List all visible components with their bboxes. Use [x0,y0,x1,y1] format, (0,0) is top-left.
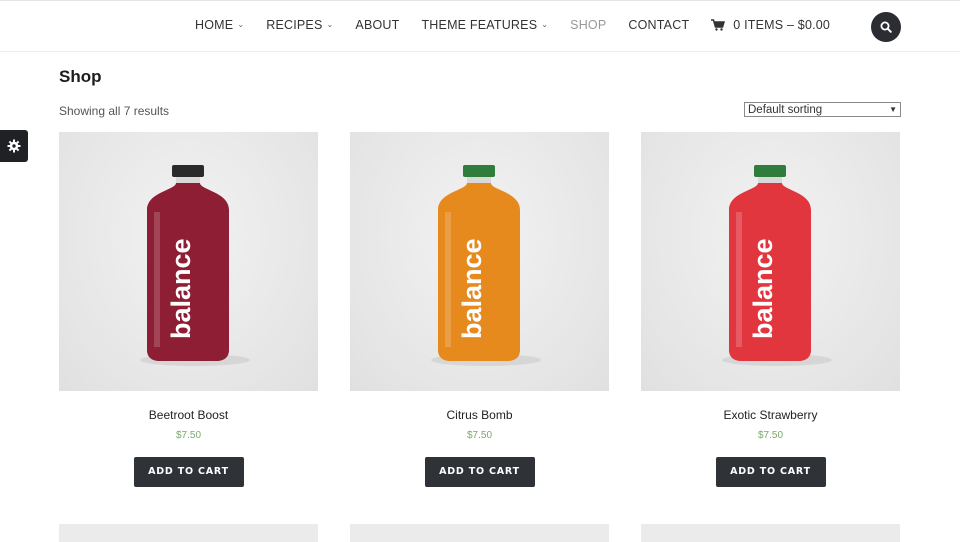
bottle-illustration: balance [722,165,832,366]
nav-item-label: SHOP [570,18,607,32]
chevron-down-icon: ⌄ [541,19,549,29]
nav-item-contact[interactable]: CONTACT [628,18,689,32]
bottle-cap [172,165,204,177]
bottle-illustration: balance [140,165,250,366]
sort-selected-value: Default sorting [748,103,823,116]
product-name[interactable]: Citrus Bomb [350,408,609,422]
product-image-partial[interactable] [350,524,609,542]
nav-item-label: RECIPES [266,18,323,32]
nav-item-home[interactable]: HOME ⌄ [195,18,244,32]
product-image[interactable]: balance [641,132,900,391]
product-price: $7.50 [175,430,202,441]
product-name[interactable]: Exotic Strawberry [641,408,900,422]
add-to-cart-button[interactable]: ADD TO CART [715,457,826,487]
search-icon [880,21,892,33]
nav-item-label: HOME [195,18,234,32]
nav-item-about[interactable]: ABOUT [355,18,399,32]
nav-item-label: THEME FEATURES [421,18,538,32]
site-header: HOME ⌄ RECIPES ⌄ ABOUT THEME FEATURES ⌄ … [0,0,960,52]
chevron-down-icon: ⌄ [237,19,245,29]
main-nav: HOME ⌄ RECIPES ⌄ ABOUT THEME FEATURES ⌄ … [195,18,830,32]
add-to-cart-button[interactable]: ADD TO CART [424,457,535,487]
product-card: balance Exotic Strawberry $7.50 ADD TO C… [641,132,900,487]
nav-item-label: CONTACT [628,18,690,32]
bottle-brand-text: balance [748,238,778,339]
product-image-partial[interactable] [641,524,900,542]
product-image[interactable]: balance [350,132,609,391]
product-price: $7.50 [466,430,493,441]
shopping-cart-icon [711,19,726,31]
product-price: $7.50 [757,430,784,441]
product-image[interactable]: balance [59,132,318,391]
nav-item-label: ABOUT [355,18,400,32]
bottle-cap [754,165,786,177]
gear-icon [7,139,21,153]
bottle-illustration: balance [431,165,541,366]
nav-item-theme-features[interactable]: THEME FEATURES ⌄ [421,18,548,32]
cart-total: 0 ITEMS – $0.00 [733,18,831,32]
product-card: balance Citrus Bomb $7.50 ADD TO CART [350,132,609,487]
search-button[interactable] [871,12,901,42]
chevron-down-icon: ⌄ [326,19,334,29]
product-card: balance Beetroot Boost $7.50 ADD TO CART [59,132,318,487]
product-name[interactable]: Beetroot Boost [59,408,318,422]
page-title: Shop [59,67,102,86]
settings-tab[interactable] [0,130,28,162]
cart-link[interactable]: 0 ITEMS – $0.00 [711,18,830,32]
bottle-cap [463,165,495,177]
bottle-brand-text: balance [457,238,487,339]
sort-select[interactable]: Default sorting ▼ [744,102,901,117]
product-image-partial[interactable] [59,524,318,542]
result-count: Showing all 7 results [59,104,170,118]
chevron-down-icon: ▼ [889,105,897,114]
nav-item-shop[interactable]: SHOP [570,18,606,32]
nav-item-recipes[interactable]: RECIPES ⌄ [266,18,333,32]
bottle-brand-text: balance [166,238,196,339]
add-to-cart-button[interactable]: ADD TO CART [133,457,244,487]
